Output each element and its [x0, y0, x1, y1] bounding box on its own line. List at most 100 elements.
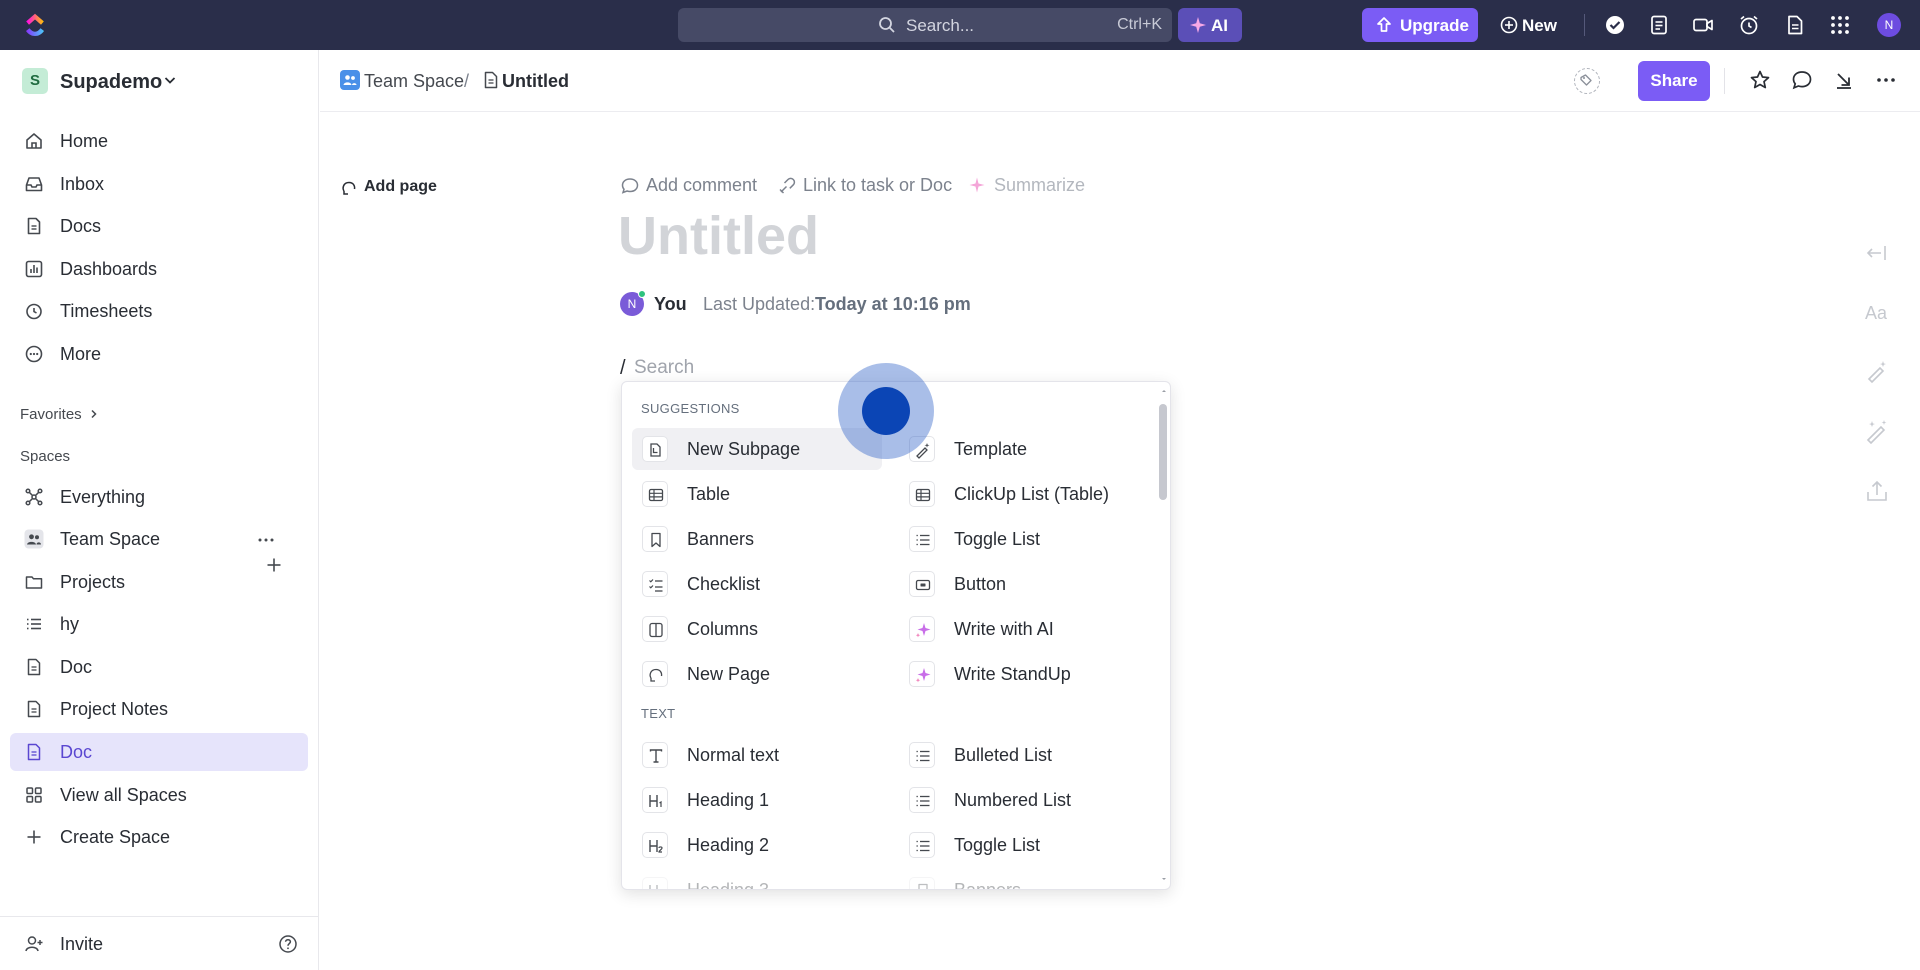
slash-command-search[interactable]: Search	[634, 357, 694, 379]
upgrade-button[interactable]: Upgrade	[1362, 8, 1478, 42]
menu-item-checklist[interactable]: Checklist	[632, 563, 882, 605]
menu-item-heading-1[interactable]: Heading 1	[632, 779, 882, 821]
ellipsis-icon[interactable]	[256, 530, 276, 550]
sidebar-item-projects[interactable]: Projects	[10, 563, 308, 601]
sidebar-item-dashboards[interactable]: Dashboards	[10, 250, 308, 288]
sidebar-item-home[interactable]: Home	[10, 122, 308, 160]
ai-edit-icon[interactable]	[1864, 418, 1890, 444]
menu-item-columns[interactable]: Columns	[632, 608, 882, 650]
sparkle-icon	[1190, 17, 1206, 33]
menu-item-button[interactable]: Button	[899, 563, 1149, 605]
video-icon[interactable]	[1691, 13, 1715, 37]
sidebar-item-view-all-spaces[interactable]: View all Spaces	[10, 776, 308, 814]
comment-icon[interactable]	[1790, 68, 1814, 92]
search-shortcut: Ctrl+K	[1117, 16, 1162, 33]
check-circle-icon[interactable]	[1603, 13, 1627, 37]
menu-item-toggle-list-text[interactable]: Toggle List	[899, 824, 1149, 866]
menu-item-label: Banners	[954, 880, 1022, 890]
help-icon[interactable]	[278, 934, 298, 954]
menu-item-template[interactable]: Template	[899, 428, 1149, 470]
magic-pen-icon[interactable]	[1864, 358, 1890, 384]
clickup-logo-icon[interactable]	[22, 12, 48, 38]
sidebar-item-label: Everything	[60, 487, 146, 507]
apps-grid-icon[interactable]	[1828, 13, 1852, 37]
new-button[interactable]: New	[1496, 8, 1568, 42]
menu-item-write-with-ai[interactable]: Write with AI	[899, 608, 1149, 650]
ai-button[interactable]: AI	[1178, 8, 1242, 42]
table-icon	[642, 481, 668, 507]
add-page-icon	[342, 181, 356, 195]
spaces-section-label: Spaces	[20, 448, 71, 465]
sidebar-item-hy[interactable]: hy	[10, 605, 308, 643]
menu-item-banners[interactable]: Banners	[632, 518, 882, 560]
user-avatar[interactable]: N	[1877, 13, 1901, 37]
sidebar-item-everything[interactable]: Everything	[10, 478, 308, 516]
heading-3-icon	[642, 877, 668, 889]
sidebar-item-docs[interactable]: Docs	[10, 207, 308, 245]
add-page-icon	[642, 661, 668, 687]
font-size-icon[interactable]: Aa	[1864, 300, 1890, 326]
invite-label: Invite	[60, 934, 104, 954]
sidebar-item-label: Docs	[60, 216, 102, 236]
more-horizontal-icon[interactable]	[1874, 68, 1898, 92]
menu-item-heading-3[interactable]: Heading 3	[632, 869, 882, 889]
bookmark-icon	[642, 526, 668, 552]
summarize-label: Summarize	[994, 175, 1086, 195]
menu-item-new-page[interactable]: New Page	[632, 653, 882, 695]
new-label: New	[1522, 16, 1557, 35]
notepad-icon[interactable]	[1647, 13, 1671, 37]
menu-item-label: Write StandUp	[954, 664, 1071, 684]
menu-item-bulleted-list[interactable]: Bulleted List	[899, 734, 1149, 776]
menu-item-normal-text[interactable]: Normal text	[632, 734, 882, 776]
menu-item-label: Toggle List	[954, 529, 1041, 549]
menu-item-label: Table	[687, 484, 731, 504]
sidebar-item-doc-active[interactable]: Doc	[10, 733, 308, 771]
add-comment-label: Add comment	[646, 175, 758, 195]
sidebar-item-timesheets[interactable]: Timesheets	[10, 292, 308, 330]
sidebar-item-team-space[interactable]: Team Space	[10, 520, 308, 572]
menu-item-numbered-list[interactable]: Numbered List	[899, 779, 1149, 821]
heading-2-icon	[642, 832, 668, 858]
sidebar-divider	[0, 916, 318, 917]
menu-scrollbar-thumb[interactable]	[1159, 404, 1167, 500]
list-icon	[27, 618, 41, 630]
plus-icon	[27, 830, 41, 844]
menu-item-write-standup[interactable]: Write StandUp	[899, 653, 1149, 695]
menu-item-banners-text[interactable]: Banners	[899, 869, 1149, 890]
header-divider	[1724, 68, 1725, 94]
tag-icon[interactable]	[1574, 68, 1600, 94]
menu-item-toggle-list[interactable]: Toggle List	[899, 518, 1149, 560]
sparkle-icon	[969, 177, 985, 193]
sidebar-item-label: Create Space	[60, 827, 171, 847]
workspace-name: Supademo	[60, 71, 163, 93]
menu-item-heading-2[interactable]: Heading 2	[632, 824, 882, 866]
sidebar-item-more[interactable]: More	[10, 335, 308, 373]
menu-item-label: Heading 1	[687, 790, 770, 810]
menu-item-table[interactable]: Table	[632, 473, 882, 515]
sidebar-item-create-space[interactable]: Create Space	[10, 818, 308, 856]
link-icon	[779, 177, 796, 194]
slash-command-char: /	[620, 357, 626, 379]
ai-sparkle-icon	[909, 616, 935, 642]
search-bar[interactable]: Search... Ctrl+K	[678, 8, 1172, 42]
export-icon[interactable]	[1864, 478, 1890, 504]
star-icon[interactable]	[1748, 68, 1772, 92]
chevron-down-icon	[164, 77, 176, 84]
favorites-section[interactable]: Favorites	[20, 406, 97, 423]
document-icon[interactable]	[1783, 13, 1807, 37]
alarm-clock-icon[interactable]	[1737, 13, 1761, 37]
menu-item-label: Toggle List	[954, 835, 1041, 855]
share-button[interactable]: Share	[1638, 61, 1710, 101]
breadcrumb-separator: /	[464, 71, 470, 91]
sidebar-item-doc[interactable]: Doc	[10, 648, 308, 686]
collapse-left-icon[interactable]	[1864, 240, 1890, 266]
sidebar-item-project-notes[interactable]: Project Notes	[10, 690, 308, 728]
invite-button[interactable]: Invite	[10, 924, 308, 964]
collapse-arrow-icon[interactable]	[1832, 68, 1856, 92]
menu-item-clickup-list-table[interactable]: ClickUp List (Table)	[899, 473, 1149, 515]
breadcrumb-doc[interactable]: Untitled	[502, 71, 569, 92]
sidebar-item-inbox[interactable]: Inbox	[10, 165, 308, 203]
sidebar-item-label: Inbox	[60, 174, 105, 194]
doc-title[interactable]: Untitled	[618, 205, 819, 267]
breadcrumb-space[interactable]: Team Space	[364, 71, 464, 92]
